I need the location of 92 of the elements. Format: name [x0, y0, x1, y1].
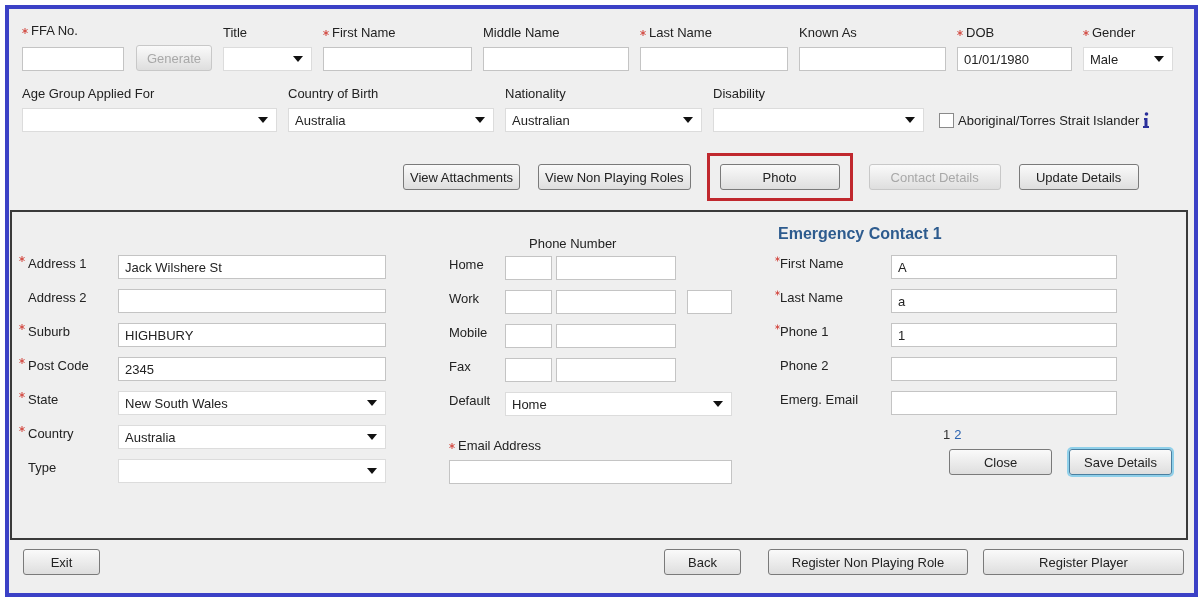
phone-field[interactable] — [556, 324, 676, 348]
page-link[interactable]: 1 — [943, 427, 951, 442]
field-label: Post Code — [28, 358, 89, 373]
footer-button[interactable]: Register Non Playing Role — [768, 549, 968, 575]
field-label: Country of Birth — [288, 86, 379, 102]
text-field[interactable] — [22, 47, 124, 71]
text-field[interactable] — [891, 391, 1117, 415]
dropdown-field[interactable]: Australian — [505, 108, 702, 132]
caret-icon — [713, 401, 723, 407]
dropdown-field[interactable] — [22, 108, 277, 132]
caret-icon — [258, 117, 268, 123]
field-label: Disability — [713, 86, 765, 102]
dialog-button[interactable]: Save Details — [1069, 449, 1172, 475]
footer-button[interactable]: Register Player — [983, 549, 1184, 575]
caret-icon — [1154, 56, 1164, 62]
text-field[interactable] — [118, 289, 386, 313]
field-label: Email Address — [458, 438, 542, 454]
text-field[interactable] — [640, 47, 788, 71]
dropdown-field[interactable]: Male — [1083, 47, 1173, 71]
caret-icon — [367, 434, 377, 440]
field-label: Last Name — [649, 25, 712, 41]
page-link[interactable]: 2 — [954, 427, 962, 442]
area-code-field[interactable] — [505, 290, 552, 314]
field-label: FFA No. — [31, 23, 78, 39]
dropdown-field[interactable]: Australia — [118, 425, 386, 449]
dropdown-field[interactable] — [223, 47, 312, 71]
caret-icon — [905, 117, 915, 123]
field-label: Middle Name — [483, 25, 560, 41]
field-label: Fax — [449, 359, 471, 374]
field-label: Phone 2 — [780, 358, 829, 373]
field-label: First Name — [780, 256, 844, 271]
field-label: Country — [28, 426, 74, 441]
field-label: Mobile — [449, 325, 488, 340]
field-label: Work — [449, 291, 480, 306]
text-field[interactable]: HIGHBURY — [118, 323, 386, 347]
info-icon[interactable] — [1143, 112, 1150, 128]
field-label: Last Name — [780, 290, 843, 305]
extension-field[interactable] — [687, 290, 732, 314]
area-code-field[interactable] — [505, 358, 552, 382]
caret-icon — [293, 56, 303, 62]
field-label: Emerg. Email — [780, 392, 859, 407]
text-field[interactable]: Jack Wilshere St — [118, 255, 386, 279]
text-field[interactable]: A — [891, 255, 1117, 279]
field-label: Default — [449, 393, 491, 408]
field-label: Age Group Applied For — [22, 86, 155, 102]
field-label: Home — [449, 257, 484, 272]
text-field[interactable]: 2345 — [118, 357, 386, 381]
field-label: Address 2 — [28, 290, 87, 305]
field-label: State — [28, 392, 59, 407]
area-code-field[interactable] — [505, 256, 552, 280]
text-field[interactable] — [483, 47, 629, 71]
action-button[interactable]: View Non Playing Roles — [538, 164, 691, 190]
caret-icon — [367, 400, 377, 406]
text-field[interactable] — [891, 357, 1117, 381]
phone-field[interactable] — [556, 358, 676, 382]
dropdown-field[interactable] — [118, 459, 386, 483]
phone-field[interactable] — [556, 290, 676, 314]
field-label: Type — [28, 460, 57, 475]
action-button[interactable]: Update Details — [1018, 164, 1139, 190]
dialog-button[interactable]: Close — [949, 449, 1052, 475]
field-label: Title — [223, 25, 248, 41]
area-code-field[interactable] — [505, 324, 552, 348]
dropdown-field[interactable]: Home — [505, 392, 732, 416]
text-field[interactable]: a — [891, 289, 1117, 313]
dropdown-field[interactable] — [713, 108, 924, 132]
field-label: Suburb — [28, 324, 70, 339]
text-field[interactable] — [323, 47, 472, 71]
text-field[interactable]: 1 — [891, 323, 1117, 347]
field-label: Gender — [1092, 25, 1136, 41]
caret-icon — [475, 117, 485, 123]
phone-field[interactable] — [556, 256, 676, 280]
footer-button[interactable]: Back — [664, 549, 741, 575]
text-field[interactable]: 01/01/1980 — [957, 47, 1072, 71]
footer-button[interactable]: Exit — [23, 549, 100, 575]
dropdown-field[interactable]: New South Wales — [118, 391, 386, 415]
action-button[interactable]: Photo — [719, 164, 840, 190]
dropdown-field[interactable]: Australia — [288, 108, 494, 132]
field-label: DOB — [966, 25, 995, 41]
caret-icon — [367, 468, 377, 474]
text-field[interactable] — [449, 460, 732, 484]
field-label: Nationality — [505, 86, 566, 102]
checkbox[interactable] — [939, 112, 954, 128]
text-field[interactable] — [799, 47, 946, 71]
field-label: Address 1 — [28, 256, 87, 271]
caret-icon — [683, 117, 693, 123]
field-label: Known As — [799, 25, 857, 41]
field-label: Phone 1 — [780, 324, 829, 339]
section-heading: Emergency Contact 1 — [778, 224, 943, 244]
section-title: Phone Number — [529, 237, 618, 251]
action-button[interactable]: View Attachments — [403, 164, 521, 190]
field-label: First Name — [332, 25, 396, 41]
checkbox-label: Aboriginal/Torres Strait Islander — [958, 112, 1140, 128]
